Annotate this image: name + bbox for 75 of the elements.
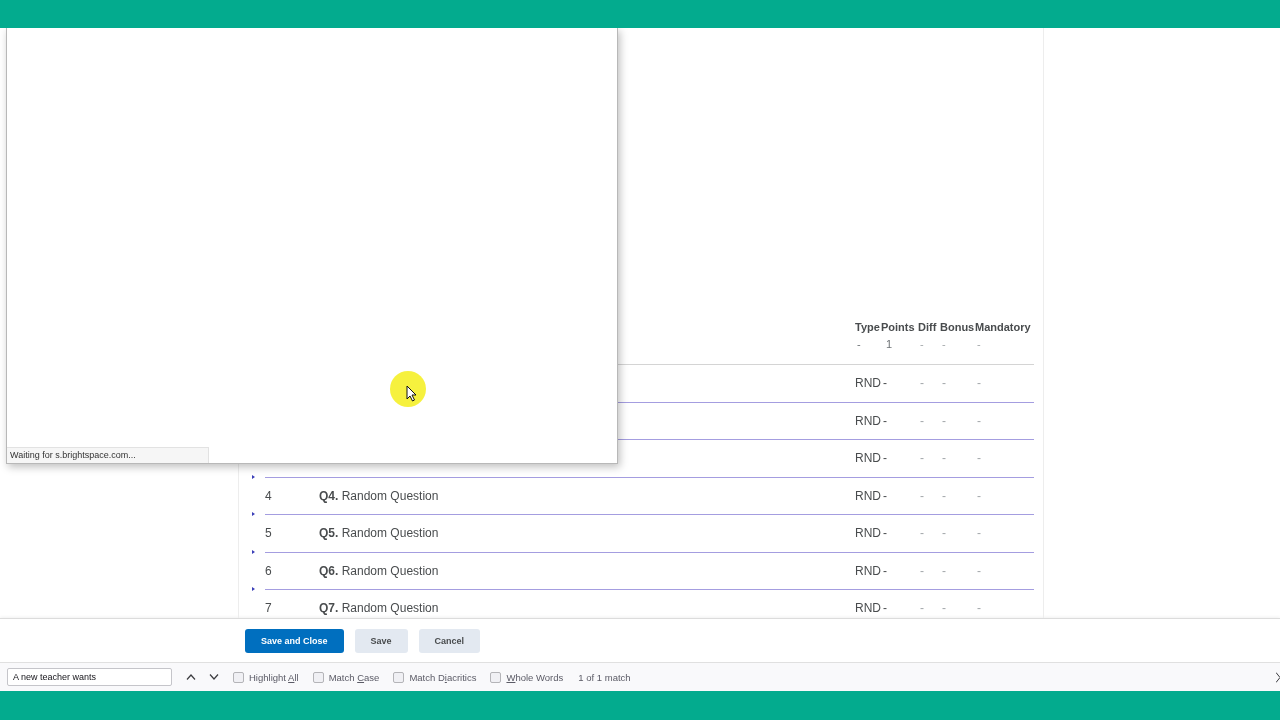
table-cell-text: - xyxy=(856,338,862,350)
row-number: 4 xyxy=(265,488,272,503)
chevron-down-icon[interactable] xyxy=(209,674,219,680)
match-count: 1 of 1 match xyxy=(578,671,631,683)
table-cell-text: - xyxy=(976,376,981,391)
column-header: Points xyxy=(881,320,916,333)
column-header: Diff xyxy=(918,320,938,333)
secondary-button[interactable]: Save xyxy=(354,628,408,653)
row-number: 5 xyxy=(265,526,272,541)
table-cell-text: - xyxy=(919,563,924,578)
table-cell-text: - xyxy=(941,338,947,350)
column-header: Bonus xyxy=(940,320,975,333)
table-cell-text: - xyxy=(976,526,981,541)
search-field[interactable]: A new teacher wants xyxy=(7,668,172,686)
option-label[interactable]: Match Diacritics xyxy=(409,671,477,683)
triangle-icon xyxy=(252,587,255,591)
table-cell-text: - xyxy=(919,601,924,616)
table-cell-text: - xyxy=(941,376,946,391)
table-cell-text: - xyxy=(882,601,887,616)
status-text: Waiting for s.brightspace.com... xyxy=(7,447,209,463)
secondary-button[interactable]: Cancel xyxy=(418,628,481,653)
question-title[interactable]: Q7. Random Question xyxy=(319,601,439,616)
table-cell-text: - xyxy=(919,488,924,503)
table-cell-text: - xyxy=(941,526,946,541)
table-cell-text: - xyxy=(882,413,887,428)
triangle-icon xyxy=(252,512,255,516)
row-number: 6 xyxy=(265,563,272,578)
table-cell-text: - xyxy=(976,488,981,503)
triangle-icon xyxy=(252,549,255,554)
option-label[interactable]: Match Case xyxy=(328,671,380,683)
question-title[interactable]: Q6. Random Question xyxy=(319,563,439,578)
table-cell-text: 1 xyxy=(885,338,894,350)
column-header: Type xyxy=(855,320,881,333)
table-cell-text: - xyxy=(976,413,981,428)
table-cell: RND xyxy=(855,413,881,428)
table-cell-text: - xyxy=(976,451,981,466)
table-cell-text: - xyxy=(919,451,924,466)
table-cell: RND xyxy=(855,601,881,616)
row-number: 7 xyxy=(265,601,272,616)
checkbox[interactable] xyxy=(393,671,405,683)
table-cell-text: - xyxy=(941,563,946,578)
table-cell: RND xyxy=(855,526,881,541)
table-cell-text: - xyxy=(941,413,946,428)
checkbox[interactable] xyxy=(490,671,502,683)
table-cell-text: - xyxy=(919,338,925,350)
table-cell: RND xyxy=(855,563,881,578)
table-cell-text: - xyxy=(919,413,924,428)
table-cell-text: - xyxy=(882,526,887,541)
cursor-icon xyxy=(390,371,426,407)
question-title[interactable]: Q4. Random Question xyxy=(319,488,439,503)
triangle-icon xyxy=(252,474,255,479)
option-label[interactable]: Whole Words xyxy=(506,671,564,683)
table-cell: RND xyxy=(855,376,881,391)
table-cell-text: - xyxy=(941,601,946,616)
table-cell-text: - xyxy=(976,563,981,578)
primary-button[interactable]: Save and Close xyxy=(245,628,344,653)
table-cell-text: - xyxy=(976,601,981,616)
table-cell-text: - xyxy=(882,451,887,466)
question-title[interactable]: Q5. Random Question xyxy=(319,526,439,541)
table-cell-text: - xyxy=(976,338,982,350)
option-label[interactable]: Highlight All xyxy=(249,671,299,683)
table-cell-text: - xyxy=(882,488,887,503)
close-icon[interactable] xyxy=(1276,671,1280,683)
checkbox[interactable] xyxy=(312,671,324,683)
chevron-up-icon[interactable] xyxy=(186,674,196,680)
table-cell-text: - xyxy=(941,451,946,466)
column-header: Mandatory xyxy=(975,320,1032,333)
table-cell-text: - xyxy=(919,376,924,391)
table-cell-text: - xyxy=(882,376,887,391)
table-cell-text: - xyxy=(941,488,946,503)
table-cell: RND xyxy=(855,488,881,503)
table-cell-text: - xyxy=(919,526,924,541)
checkbox[interactable] xyxy=(233,671,244,683)
table-cell: RND xyxy=(855,451,881,466)
table-cell-text: - xyxy=(882,563,887,578)
